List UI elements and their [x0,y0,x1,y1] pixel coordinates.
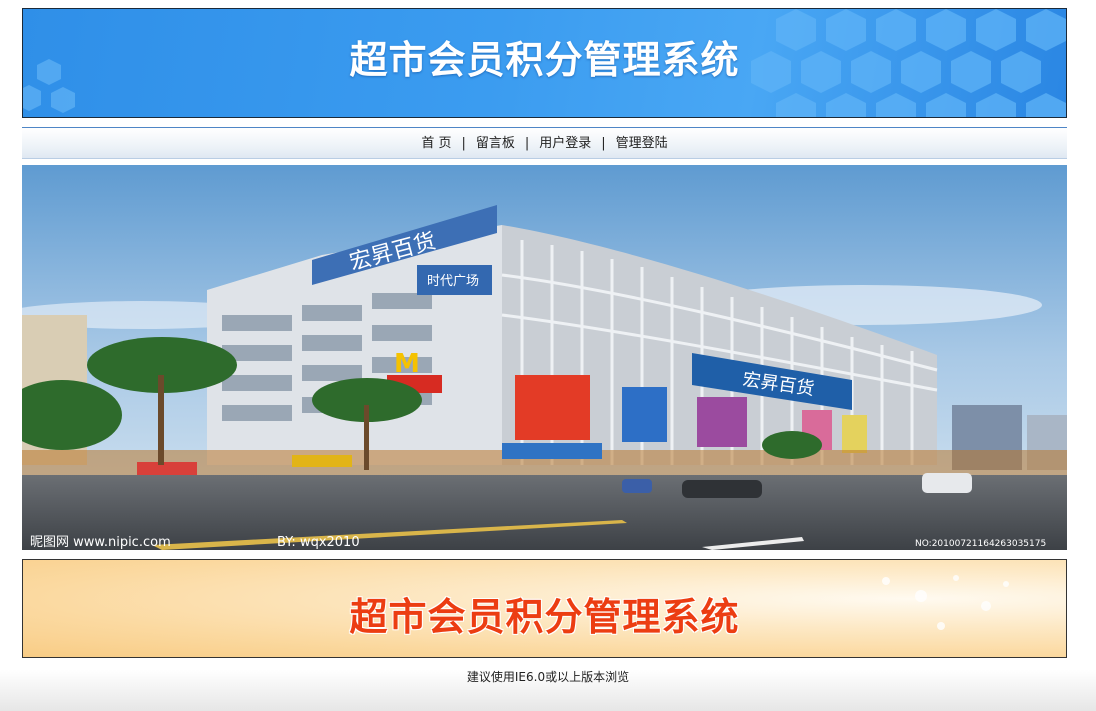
main-nav: 首 页 | 留言板 | 用户登录 | 管理登陆 [22,127,1067,159]
nav-item-admin-login[interactable]: 管理登陆 [616,136,668,151]
bottom-banner: 超市会员积分管理系统 [22,559,1067,658]
header-title: 超市会员积分管理系统 [349,38,740,82]
watermark-author: BY: wqx2010 [277,535,360,550]
bottom-banner-title: 超市会员积分管理系统 [349,595,740,639]
svg-text:M: M [394,349,420,379]
nav-separator: | [461,136,466,151]
nav-item-home[interactable]: 首 页 [421,136,451,151]
watermark-nipic: 昵图网 www.nipic.com [30,535,171,550]
footer-browser-note: 建议使用IE6.0或以上版本浏览 [466,670,630,684]
plaza-sign: 时代广场 [427,274,479,289]
nav-separator: | [601,136,606,151]
nav-item-user-login[interactable]: 用户登录 [539,136,591,151]
nav-separator: | [524,136,530,151]
nav-item-guestbook[interactable]: 留言板 [476,136,515,151]
watermark-image-id: NO:20100721164263035175 [915,539,1046,549]
header-banner: 超市会员积分管理系统 [22,8,1067,118]
supermarket-photo: 宏昇百货 时代广场 宏昇百货 M 昵图网 www.nipic.com BY: w… [22,165,1067,550]
